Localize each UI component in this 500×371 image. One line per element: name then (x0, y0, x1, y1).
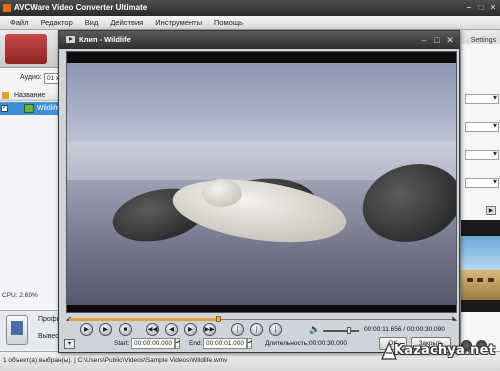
volume-track[interactable] (323, 330, 359, 332)
start-time-field[interactable]: 00:00:00.000 (131, 338, 175, 349)
duration-label: Длительность: (265, 340, 309, 347)
set-start-button[interactable]: [ (231, 323, 244, 336)
video-frame[interactable] (66, 51, 457, 313)
end-label: End: (189, 340, 203, 347)
dialog-title-bar[interactable]: Клип - Wildlife – □ ✕ (59, 31, 459, 49)
minimize-icon[interactable]: – (464, 3, 474, 12)
play-selection-button[interactable]: ▶ (99, 323, 112, 336)
close-icon[interactable]: ✕ (488, 3, 498, 12)
preview-horse (467, 278, 473, 282)
column-header-name[interactable]: Название (14, 90, 45, 101)
folder-icon (2, 92, 9, 99)
profile-area: Профи Вывест (0, 310, 64, 350)
volume-slider-thumb[interactable] (346, 327, 351, 334)
previous-frame-button[interactable]: ◀◀ (146, 323, 159, 336)
property-select-4[interactable] (465, 177, 499, 188)
video-thumbnail-icon (24, 104, 34, 113)
watermark-text: Kazachya.net (394, 343, 496, 358)
start-label: Start: (114, 340, 130, 347)
menu-bar: Файл Редактор Вид Действия Инструменты П… (0, 16, 500, 30)
app-logo-icon (3, 4, 11, 12)
menu-item-file[interactable]: Файл (4, 16, 34, 29)
settings-button-label: Settings (470, 37, 496, 44)
add-file-button[interactable] (5, 34, 47, 64)
speaker-icon[interactable]: 🔈 (309, 325, 320, 334)
menu-item-actions[interactable]: Действия (104, 16, 149, 29)
menu-item-tools[interactable]: Инструменты (149, 16, 208, 29)
video-sky (67, 63, 456, 149)
preview-sky (461, 236, 500, 270)
forward-button[interactable]: ▶ (184, 323, 197, 336)
device-profile-icon[interactable] (6, 315, 28, 345)
main-window-title-bar: AVCWare Video Converter Ultimate – □ ✕ (0, 0, 500, 16)
seek-progress (69, 318, 218, 321)
menu-item-view[interactable]: Вид (79, 16, 105, 29)
preview-horse (477, 278, 483, 282)
preview-horse (488, 278, 494, 282)
next-frame-button[interactable]: ▶▶ (203, 323, 216, 336)
property-select-1[interactable] (465, 93, 499, 104)
play-button[interactable]: ▶ (80, 323, 93, 336)
file-list-header: Название (0, 90, 64, 101)
seek-thumb[interactable] (215, 316, 221, 322)
sea-lion-white-head (202, 179, 242, 207)
property-select-2[interactable] (465, 121, 499, 132)
dialog-title: Клип - Wildlife (79, 35, 131, 44)
menu-item-help[interactable]: Помощь (208, 16, 249, 29)
options-dropdown-icon[interactable]: ▾ (64, 339, 75, 349)
stop-button[interactable]: ■ (119, 323, 132, 336)
rewind-button[interactable]: ◀ (165, 323, 178, 336)
end-marker-icon[interactable]: ◣ (452, 315, 457, 322)
end-time-field[interactable]: 00:00:01.000 (203, 338, 247, 349)
maximize-icon[interactable]: □ (476, 3, 486, 12)
video-clip-icon (66, 36, 75, 43)
dialog-maximize-icon[interactable]: □ (432, 35, 442, 45)
panel-expand-arrow-icon[interactable]: ▶ (486, 206, 496, 215)
site-watermark: Kazachya.net (378, 341, 496, 363)
playback-controls: ▶ ▶ ■ ◀◀ ◀ ▶ ▶▶ [ | ] 🔈 00:00:11.656 / 0… (59, 323, 459, 337)
seek-bar[interactable]: ◢ ◣ (66, 315, 457, 323)
time-display: 00:00:11.656 / 00:00:30.090 (364, 326, 445, 333)
dialog-minimize-icon[interactable]: – (419, 35, 429, 45)
clip-player-dialog: Клип - Wildlife – □ ✕ ◢ ◣ ▶ ▶ ■ ◀◀ ◀ ▶ ▶… (58, 30, 460, 353)
dialog-close-icon[interactable]: ✕ (445, 35, 455, 45)
preview-thumbnail (461, 220, 500, 312)
file-checkbox[interactable]: ✓ (1, 105, 8, 112)
file-list-row[interactable]: ✓ Wildlife (0, 102, 64, 115)
split-button[interactable]: | (250, 323, 263, 336)
audio-label: Аудио: (20, 74, 42, 81)
duration-value: 00:00:30.000 (309, 340, 347, 347)
file-name: Wildlife (37, 105, 60, 112)
end-time-spinner[interactable]: ▴▾ (247, 338, 252, 349)
property-select-3[interactable] (465, 149, 499, 160)
cpu-usage: CPU: 2.69% (2, 292, 38, 299)
main-window-title: AVCWare Video Converter Ultimate (14, 3, 148, 12)
set-end-button[interactable]: ] (269, 323, 282, 336)
start-time-spinner[interactable]: ▴▾ (175, 338, 180, 349)
letterbox-top (67, 52, 456, 63)
menu-item-editor[interactable]: Редактор (34, 16, 78, 29)
preview-sand (461, 270, 500, 300)
audio-track-row: Аудио: 01 x (0, 73, 64, 85)
letterbox-bottom (67, 305, 456, 312)
